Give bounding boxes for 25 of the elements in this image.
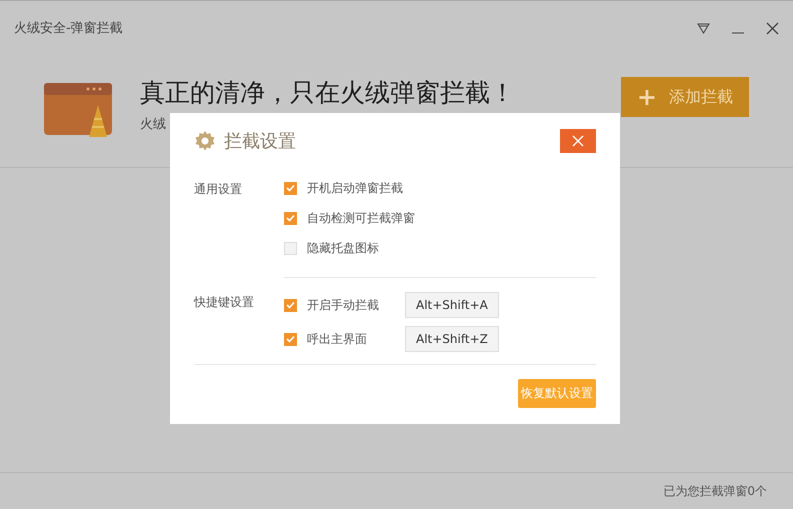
close-button[interactable]	[560, 129, 596, 153]
checkbox[interactable]	[284, 332, 297, 346]
option-label: 自动检测可拦截弹窗	[307, 210, 415, 226]
subtitle: 火绒	[140, 116, 167, 132]
checkbox[interactable]	[284, 182, 297, 194]
dropdown-icon[interactable]	[697, 22, 710, 34]
option-label: 开启手动拦截	[307, 296, 380, 314]
headline: 真正的清净，只在火绒弹窗拦截！	[140, 76, 516, 108]
option-label: 呼出主界面	[307, 330, 368, 348]
checkbox[interactable]	[284, 212, 297, 224]
window-title: 火绒安全-弹窗拦截	[14, 20, 123, 37]
checkbox[interactable]	[284, 298, 297, 312]
close-icon[interactable]	[766, 22, 779, 34]
window-cone-icon	[44, 83, 114, 139]
option-label: 开机启动弹窗拦截	[307, 180, 403, 196]
dialog-title: 拦截设置	[224, 130, 296, 153]
close-icon	[572, 135, 584, 147]
checkbox[interactable]	[284, 242, 297, 254]
option-label: 隐藏托盘图标	[307, 240, 380, 256]
section-label: 快捷键设置	[194, 294, 255, 311]
hotkey-field[interactable]: Alt+Shift+A	[405, 292, 499, 318]
gear-icon	[194, 130, 216, 152]
status-text: 已为您拦截弹窗0个	[663, 482, 767, 500]
hotkey-field[interactable]: Alt+Shift+Z	[405, 326, 499, 352]
section-label: 通用设置	[194, 181, 243, 198]
